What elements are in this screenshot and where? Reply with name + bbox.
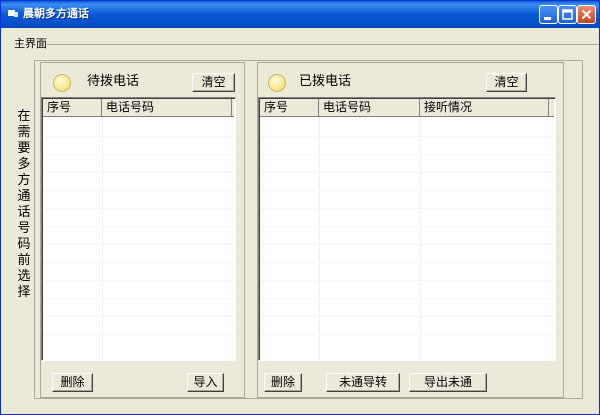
window-title: 晨朝多方通话 [23, 7, 89, 20]
dialed-indicator-icon [268, 74, 286, 92]
grid-line [43, 136, 234, 137]
grid-line [43, 298, 234, 299]
minimize-icon [544, 17, 551, 20]
app-window: 晨朝多方通话 主界面 在需要多方通话号码前选择 待拨电话 清空 序号 电话号码 [0, 0, 600, 415]
menu-item-main[interactable]: 主界面 [14, 38, 47, 50]
grid-line [260, 298, 554, 299]
grid-line [43, 262, 234, 263]
grid-line [260, 172, 554, 173]
grid-line [43, 172, 234, 173]
pending-list-header: 序号 电话号码 [43, 99, 234, 117]
grid-line [43, 154, 234, 155]
maximize-icon [562, 9, 573, 20]
maximize-button[interactable] [558, 5, 577, 24]
grid-line [260, 154, 554, 155]
grid-line [260, 334, 554, 335]
grid-line [260, 136, 554, 137]
export-unanswered-button[interactable]: 导出未通 [409, 373, 487, 392]
grid-line [43, 280, 234, 281]
grid-line [43, 208, 234, 209]
dialed-col-answer-status[interactable]: 接听情况 [420, 99, 549, 116]
grid-line [260, 208, 554, 209]
grid-line [260, 190, 554, 191]
pending-calls-list[interactable]: 序号 电话号码 [41, 97, 236, 361]
pending-col-phone[interactable]: 电话号码 [102, 99, 232, 116]
dialed-delete-button[interactable]: 删除 [264, 373, 302, 392]
dialed-col-index[interactable]: 序号 [260, 99, 319, 116]
dialed-clear-button[interactable]: 清空 [486, 73, 527, 92]
pending-col-index[interactable]: 序号 [43, 99, 102, 116]
dialed-col-phone[interactable]: 电话号码 [319, 99, 420, 116]
grid-line [260, 316, 554, 317]
close-icon [581, 9, 592, 20]
pending-clear-button[interactable]: 清空 [192, 73, 235, 92]
pending-delete-button[interactable]: 删除 [52, 373, 93, 392]
grid-line [43, 226, 234, 227]
grid-line [43, 190, 234, 191]
close-button[interactable] [577, 5, 596, 24]
dialed-calls-list[interactable]: 序号 电话号码 接听情况 [258, 97, 556, 361]
title-bar[interactable]: 晨朝多方通话 [1, 1, 599, 28]
import-button[interactable]: 导入 [187, 373, 224, 392]
transfer-unanswered-button[interactable]: 未通导转 [326, 373, 400, 392]
dialed-list-header: 序号 电话号码 接听情况 [260, 99, 554, 117]
grid-line [43, 334, 234, 335]
pending-calls-title: 待拨电话 [87, 74, 140, 89]
side-hint-label: 在需要多方通话号码前选择 [17, 109, 31, 300]
pending-indicator-icon [53, 74, 71, 92]
grid-line [260, 280, 554, 281]
grid-line [43, 316, 234, 317]
app-icon [8, 9, 18, 18]
menu-bar: 主界面 [1, 28, 599, 50]
menu-divider [47, 44, 599, 45]
grid-line [260, 262, 554, 263]
grid-line [43, 244, 234, 245]
dialed-calls-title: 已拨电话 [299, 74, 352, 89]
grid-line [260, 244, 554, 245]
minimize-button[interactable] [539, 5, 558, 24]
grid-line [260, 226, 554, 227]
